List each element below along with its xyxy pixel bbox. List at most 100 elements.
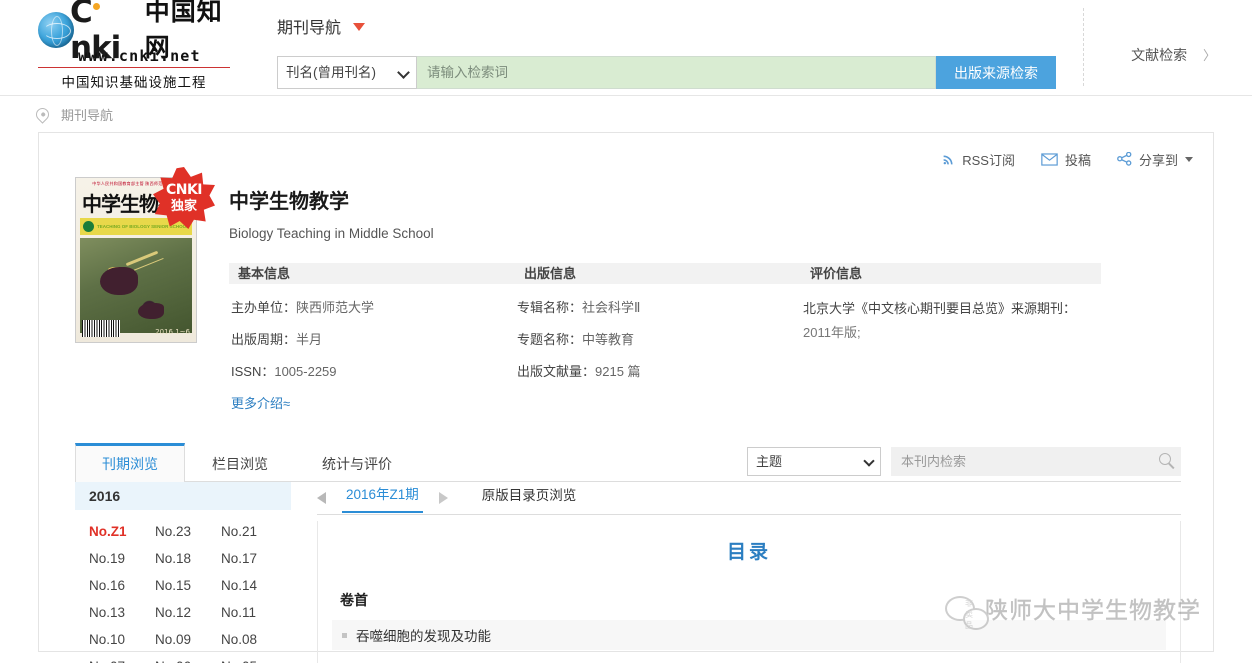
- tab-statistics-evaluation[interactable]: 统计与评价: [295, 443, 419, 481]
- tab-issue-browse[interactable]: 刊期浏览: [75, 443, 185, 482]
- basic-info-label-1: 出版周期：: [231, 332, 297, 347]
- publish-info-label-1: 专题名称：: [517, 332, 583, 347]
- list-item[interactable]: No.23: [147, 518, 213, 545]
- share-label: 分享到: [1138, 152, 1178, 168]
- submit-label: 投稿: [1064, 152, 1091, 168]
- chevron-left-icon[interactable]: [317, 492, 326, 504]
- eval-info-text: 北京大学《中文核心期刊要目总览》来源期刊： 2011年版;: [801, 297, 1101, 345]
- literature-search-link[interactable]: 文献检索 〉: [1131, 45, 1216, 65]
- list-item[interactable]: No.13: [81, 599, 147, 626]
- cover-issue-mark: 2016 1~6: [155, 328, 190, 336]
- globe-icon: [38, 12, 74, 48]
- search-input[interactable]: [417, 56, 936, 89]
- list-item[interactable]: No.07: [81, 653, 147, 663]
- chevron-right-icon: 〉: [1202, 48, 1216, 63]
- in-journal-search: 主题: [747, 447, 1181, 476]
- badge-line1: CNKI: [165, 182, 203, 199]
- chevron-down-icon: [1185, 156, 1193, 162]
- list-item[interactable]: No.14: [213, 572, 279, 599]
- basic-info-value-1: 半月: [296, 332, 323, 347]
- submit-manuscript-button[interactable]: 投稿: [1041, 150, 1091, 169]
- list-item[interactable]: No.05: [213, 653, 279, 663]
- more-intro-link[interactable]: 更多介绍≈: [229, 393, 515, 412]
- in-journal-field-select[interactable]: 主题: [747, 447, 881, 476]
- issue-tab-nav: 2016年Z1期 原版目录页浏览: [317, 482, 1181, 515]
- list-item[interactable]: No.09: [147, 626, 213, 653]
- journal-info: 中学生物教学 Biology Teaching in Middle School…: [197, 177, 1213, 412]
- tab-column-browse[interactable]: 栏目浏览: [185, 443, 295, 481]
- list-item[interactable]: No.16: [81, 572, 147, 599]
- location-pin-icon: [33, 104, 52, 124]
- publication-source-search-button[interactable]: 出版来源检索: [936, 56, 1056, 89]
- list-item[interactable]: No.10: [81, 626, 147, 653]
- chevron-right-icon[interactable]: [438, 492, 448, 504]
- publish-info-column: 出版信息 专辑名称：社会科学Ⅱ 专题名称：中等教育 出版文献量：9215 篇: [515, 263, 801, 412]
- table-row: 专题名称：中等教育: [515, 329, 801, 348]
- list-item[interactable]: No.06: [147, 653, 213, 663]
- search-field-select-wrap: 刊名(曾用刊名): [277, 56, 417, 89]
- original-toc-link[interactable]: 原版目录页浏览: [482, 484, 577, 512]
- publish-info-label-0: 专辑名称：: [517, 300, 583, 315]
- basic-info-header: 基本信息: [229, 263, 515, 284]
- in-journal-search-input[interactable]: [891, 447, 1181, 476]
- table-of-contents: 目录 卷首 吞噬细胞的发现及功能 教育理论与教学研究·人教同行: [317, 521, 1181, 663]
- cnki-logo[interactable]: Cnki 中国知网 www.cnki.net 中国知识基础设施工程: [38, 0, 238, 91]
- eval-info-header: 评价信息: [801, 263, 1101, 284]
- journal-panel: RSS订阅 投稿 分享到 中华人民共和国教育部主管 陕西师范大学主办 中学生物教…: [38, 132, 1214, 663]
- year-header[interactable]: 2016: [75, 482, 291, 510]
- eval-info-column: 评价信息 北京大学《中文核心期刊要目总览》来源期刊： 2011年版;: [801, 263, 1101, 412]
- cover-english: TEACHING OF BIOLOGY SENIOR SCHOOL: [97, 224, 189, 229]
- logo-subtitle: 中国知识基础设施工程: [38, 67, 230, 91]
- journal-info-columns: 基本信息 主办单位：陕西师范大学 出版周期：半月 ISSN：1005-2259 …: [229, 263, 1213, 412]
- search-icon[interactable]: [1159, 453, 1171, 465]
- list-item[interactable]: No.15: [147, 572, 213, 599]
- logo-dot-icon: [92, 3, 100, 10]
- basic-info-value-0: 陕西师范大学: [296, 300, 375, 315]
- publish-info-value-0: 社会科学Ⅱ: [582, 300, 641, 315]
- cover-photo: [80, 238, 192, 333]
- publish-info-label-2: 出版文献量：: [517, 364, 596, 379]
- table-row: ISSN：1005-2259: [229, 361, 515, 380]
- journal-nav-title[interactable]: 期刊导航: [277, 14, 366, 38]
- toc-title: 目录: [726, 542, 771, 563]
- journal-header-row: 中华人民共和国教育部主管 陕西师范大学主办 中学生物教学 TEACHING OF…: [39, 167, 1213, 412]
- envelope-icon: [1041, 152, 1058, 166]
- rss-subscribe-button[interactable]: RSS订阅: [942, 150, 1015, 169]
- in-journal-input-wrap: [891, 447, 1181, 476]
- journal-english-title: Biology Teaching in Middle School: [229, 226, 434, 241]
- issue-browse-body: 2016 No.Z1 No.23 No.21 No.19 No.18 No.17…: [75, 482, 1181, 663]
- basic-info-label-0: 主办单位：: [231, 300, 297, 315]
- chevron-down-icon: [353, 23, 366, 31]
- eval-line-2: 2011年版;: [803, 325, 861, 341]
- table-row: 出版周期：半月: [229, 329, 515, 348]
- list-item[interactable]: No.11: [213, 599, 279, 626]
- publish-info-value-1: 中等教育: [582, 332, 635, 347]
- breadcrumb-item-journal-nav[interactable]: 期刊导航: [61, 105, 113, 124]
- list-item[interactable]: No.08: [213, 626, 279, 653]
- rss-label: RSS订阅: [962, 152, 1015, 168]
- breadcrumb: 期刊导航: [0, 96, 1252, 132]
- table-row: 专辑名称：社会科学Ⅱ: [515, 297, 801, 316]
- table-row: 出版文献量：9215 篇: [515, 361, 801, 380]
- list-item[interactable]: No.19: [81, 545, 147, 572]
- list-item[interactable]: 吞噬细胞的发现及功能: [332, 620, 1166, 650]
- list-item[interactable]: No.12: [147, 599, 213, 626]
- toc-section-heading: 卷首: [340, 592, 368, 608]
- badge-line2: 独家: [170, 198, 197, 214]
- eval-line-1: 北京大学《中文核心期刊要目总览》来源期刊：: [803, 301, 1077, 316]
- search-field-select[interactable]: 刊名(曾用刊名): [277, 56, 417, 89]
- table-row: 主办单位：陕西师范大学: [229, 297, 515, 316]
- list-item[interactable]: No.21: [213, 518, 279, 545]
- bullet-icon: [342, 632, 347, 638]
- journal-cover-box: 中华人民共和国教育部主管 陕西师范大学主办 中学生物教学 TEACHING OF…: [75, 167, 215, 412]
- share-button[interactable]: 分享到: [1117, 150, 1193, 169]
- main-search-bar: 刊名(曾用刊名) 出版来源检索: [277, 56, 1056, 89]
- list-item[interactable]: No.17: [213, 545, 279, 572]
- basic-info-label-2: ISSN：: [231, 364, 275, 379]
- issue-tab-current[interactable]: 2016年Z1期: [342, 483, 423, 513]
- list-item[interactable]: No.18: [147, 545, 213, 572]
- article-title[interactable]: 吞噬细胞的发现及功能: [356, 625, 491, 645]
- list-item[interactable]: No.Z1: [81, 518, 147, 545]
- page-title: 中学生物教学: [229, 191, 349, 213]
- site-header: Cnki 中国知网 www.cnki.net 中国知识基础设施工程 期刊导航 刊…: [0, 0, 1252, 96]
